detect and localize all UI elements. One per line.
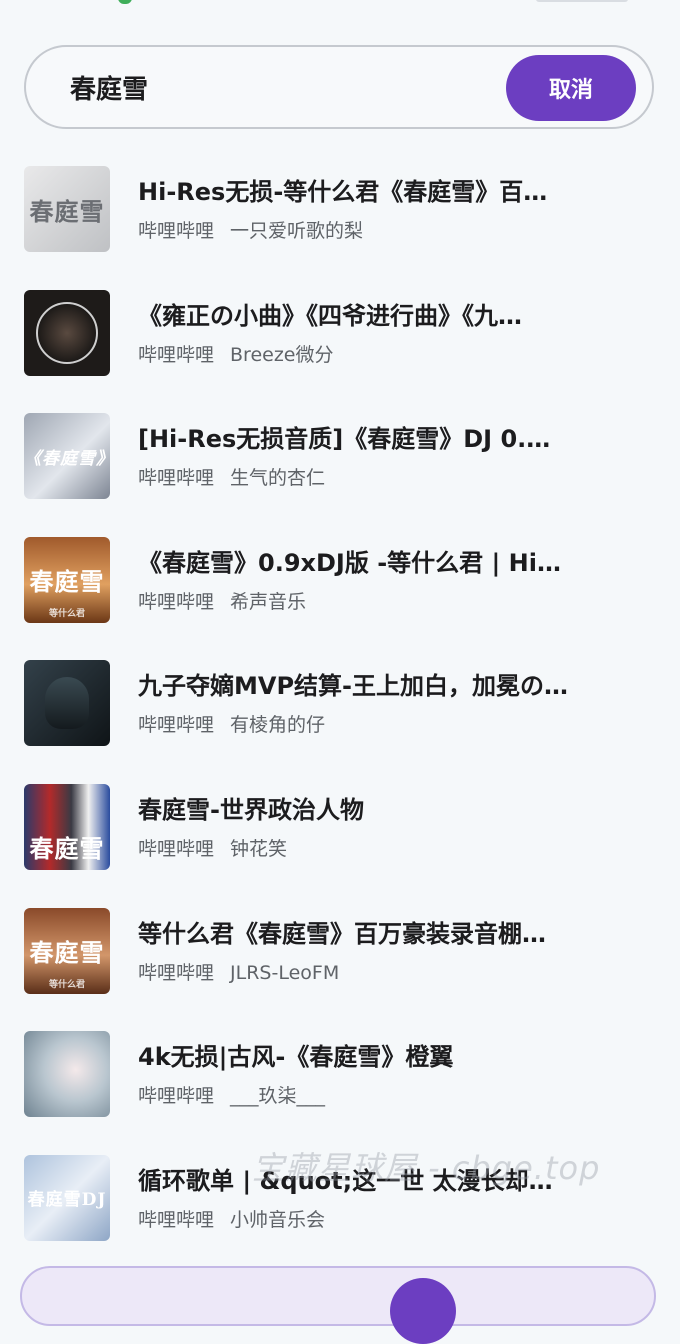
uploader-name: 生气的杏仁	[230, 467, 326, 490]
item-meta: 哔哩哔哩 一只爱听歌的梨	[138, 218, 660, 244]
item-title: 九子夺嫡MVP结算-王上加白，加冕の…	[138, 672, 569, 701]
thumbnail-text: 春庭雪DJ	[27, 1190, 107, 1211]
video-thumbnail: 春庭雪 等什么君	[24, 907, 110, 994]
item-title: 春庭雪-世界政治人物	[138, 795, 364, 824]
item-meta: 哔哩哔哩 JLRS-LeoFM	[138, 960, 660, 986]
platform-label: 哔哩哔哩	[138, 1085, 215, 1108]
status-indicators	[536, 0, 628, 2]
video-thumbnail: 《春庭雪》	[24, 413, 110, 500]
platform-label: 哔哩哔哩	[138, 714, 215, 737]
uploader-name: 希声音乐	[230, 590, 307, 613]
uploader-name: JLRS-LeoFM	[230, 961, 340, 984]
video-thumbnail: 春庭雪	[24, 783, 110, 870]
list-item[interactable]: 《春庭雪》 [Hi-Res无损音质]《春庭雪》DJ 0.… 哔哩哔哩 生气的杏仁	[0, 413, 680, 537]
signal-icon	[118, 0, 132, 4]
list-item[interactable]: 春庭雪 Hi-Res无损-等什么君《春庭雪》百… 哔哩哔哩 一只爱听歌的梨	[0, 166, 680, 290]
video-thumbnail	[24, 1031, 110, 1118]
platform-label: 哔哩哔哩	[138, 1208, 215, 1231]
item-meta: 哔哩哔哩 Breeze微分	[138, 342, 660, 368]
item-title: 《春庭雪》0.9xDJ版 -等什么君 | Hi…	[138, 548, 561, 577]
item-title: 4k无损|古风-《春庭雪》橙翼	[138, 1043, 454, 1072]
item-title: 《雍正の小曲》《四爷进行曲》《九…	[138, 301, 522, 330]
thumbnail-subtext: 等什么君	[48, 979, 85, 990]
list-item[interactable]: 春庭雪 等什么君 《春庭雪》0.9xDJ版 -等什么君 | Hi… 哔哩哔哩 希声…	[0, 536, 680, 661]
item-meta: 哔哩哔哩 生气的杏仁	[138, 465, 660, 491]
watermark: 宝藏星球屋 - cbge.top	[252, 1149, 601, 1187]
uploader-name: Breeze微分	[230, 343, 334, 366]
uploader-name: 小帅音乐会	[230, 1208, 326, 1231]
list-item[interactable]: 《雍正の小曲》《四爷进行曲》《九… 哔哩哔哩 Breeze微分	[0, 289, 680, 414]
item-meta: 哔哩哔哩 ___玖柒___	[138, 1083, 660, 1109]
search-results-list: 春庭雪 Hi-Res无损-等什么君《春庭雪》百… 哔哩哔哩 一只爱听歌的梨 《雍正…	[0, 166, 680, 1278]
search-input[interactable]	[70, 65, 490, 109]
status-bar	[0, 0, 680, 14]
uploader-name: 钟花笑	[230, 837, 288, 860]
thumbnail-subtext: 等什么君	[48, 608, 85, 619]
platform-label: 哔哩哔哩	[138, 343, 215, 366]
video-thumbnail: 春庭雪DJ	[24, 1154, 110, 1241]
item-meta: 哔哩哔哩 钟花笑	[138, 836, 660, 862]
item-meta: 哔哩哔哩 希声音乐	[138, 589, 660, 615]
platform-label: 哔哩哔哩	[138, 467, 215, 490]
portrait-image	[36, 301, 98, 364]
item-meta: 哔哩哔哩 有棱角的仔	[138, 712, 660, 738]
video-thumbnail: 春庭雪 等什么君	[24, 536, 110, 623]
play-button[interactable]	[390, 1278, 456, 1344]
item-title: [Hi-Res无损音质]《春庭雪》DJ 0.…	[138, 425, 551, 454]
list-item[interactable]: 九子夺嫡MVP结算-王上加白，加冕の… 哔哩哔哩 有棱角的仔	[0, 660, 680, 784]
cancel-button[interactable]: 取消	[506, 55, 636, 121]
uploader-name: 有棱角的仔	[230, 714, 326, 737]
thumbnail-text: 春庭雪	[29, 567, 105, 597]
thumbnail-text: 《春庭雪》	[24, 448, 110, 469]
bottom-player-bar[interactable]	[20, 1266, 656, 1344]
platform-label: 哔哩哔哩	[138, 961, 215, 984]
list-item[interactable]: 春庭雪 等什么君 等什么君《春庭雪》百万豪装录音棚… 哔哩哔哩 JLRS-LeoF…	[0, 907, 680, 1032]
item-meta: 哔哩哔哩 小帅音乐会	[138, 1207, 660, 1233]
platform-label: 哔哩哔哩	[138, 837, 215, 860]
platform-label: 哔哩哔哩	[138, 220, 215, 242]
video-thumbnail	[24, 660, 110, 747]
video-thumbnail: 春庭雪	[24, 166, 110, 252]
search-bar: 取消	[24, 45, 654, 129]
uploader-name: 一只爱听歌的梨	[230, 220, 364, 242]
uploader-name: ___玖柒___	[230, 1085, 326, 1108]
list-item[interactable]: 春庭雪 春庭雪-世界政治人物 哔哩哔哩 钟花笑	[0, 783, 680, 908]
item-title: Hi-Res无损-等什么君《春庭雪》百…	[138, 178, 548, 206]
video-thumbnail	[24, 289, 110, 376]
platform-label: 哔哩哔哩	[138, 590, 215, 613]
thumbnail-text: 春庭雪	[29, 196, 105, 226]
thumbnail-text: 春庭雪	[29, 833, 105, 863]
list-item[interactable]: 4k无损|古风-《春庭雪》橙翼 哔哩哔哩 ___玖柒___	[0, 1031, 680, 1155]
item-title: 等什么君《春庭雪》百万豪装录音棚…	[138, 919, 546, 948]
thumbnail-text: 春庭雪	[29, 938, 105, 968]
portrait-image	[45, 677, 89, 730]
